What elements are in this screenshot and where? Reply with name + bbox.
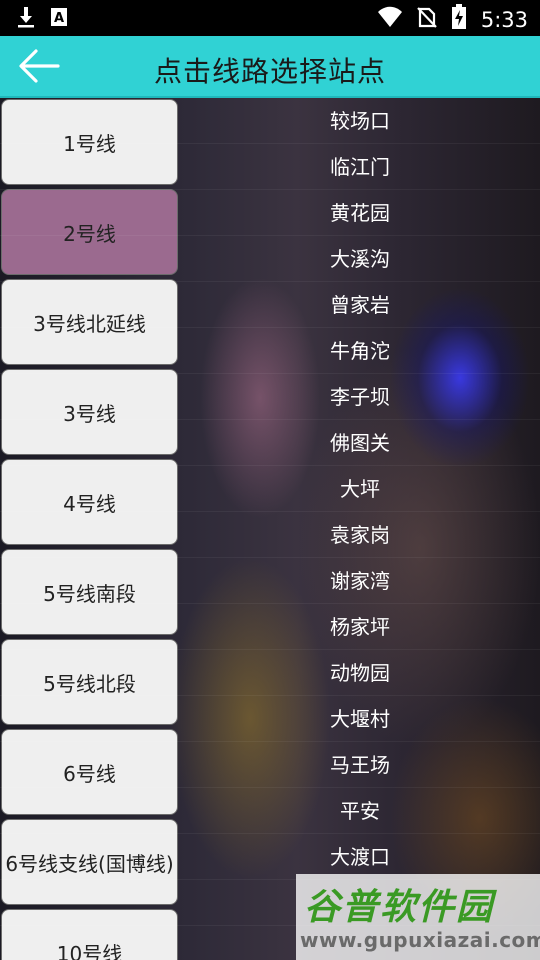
- wifi-icon: [377, 6, 403, 33]
- station-item[interactable]: 马王场: [180, 742, 540, 788]
- station-item[interactable]: 袁家岗: [180, 512, 540, 558]
- line-button[interactable]: 1号线: [1, 99, 178, 185]
- line-button[interactable]: 2号线: [1, 189, 178, 275]
- station-item[interactable]: 大坪: [180, 466, 540, 512]
- watermark-logo: 谷普软件园: [304, 887, 495, 928]
- station-item[interactable]: 大堰村: [180, 696, 540, 742]
- station-item[interactable]: 较场口: [180, 98, 540, 144]
- no-sim-icon: [417, 5, 437, 34]
- line-button[interactable]: 3号线: [1, 369, 178, 455]
- station-item[interactable]: 杨家坪: [180, 604, 540, 650]
- station-item[interactable]: 大溪沟: [180, 236, 540, 282]
- station-item[interactable]: 李子坝: [180, 374, 540, 420]
- battery-charging-icon: [451, 4, 467, 35]
- station-item[interactable]: 佛图关: [180, 420, 540, 466]
- font-a-icon: A: [50, 7, 68, 32]
- station-item[interactable]: 谢家湾: [180, 558, 540, 604]
- svg-text:A: A: [54, 11, 64, 26]
- download-icon: [16, 6, 36, 33]
- app-header: 点击线路选择站点: [0, 36, 540, 98]
- station-item[interactable]: 动物园: [180, 650, 540, 696]
- line-button[interactable]: 5号线南段: [1, 549, 178, 635]
- page-title: 点击线路选择站点: [153, 55, 386, 88]
- station-item[interactable]: 曾家岩: [180, 282, 540, 328]
- station-item[interactable]: 临江门: [180, 144, 540, 190]
- line-button[interactable]: 10号线: [1, 909, 178, 960]
- content-area: 1号线 2号线 3号线北延线 3号线 4号线 5号线南段 5号线北段 6号线 6号线支线(国博线…: [0, 98, 540, 960]
- station-item[interactable]: 牛角沱: [180, 328, 540, 374]
- line-button[interactable]: 4号线: [1, 459, 178, 545]
- status-time: 5:33: [480, 7, 528, 32]
- station-item[interactable]: 平安: [180, 788, 540, 834]
- watermark-url: www.gupuxiazai.com: [300, 928, 540, 952]
- status-bar: A 5:33: [0, 0, 540, 36]
- line-button[interactable]: 3号线北延线: [1, 279, 178, 365]
- line-button[interactable]: 6号线: [1, 729, 178, 815]
- line-button[interactable]: 5号线北段: [1, 639, 178, 725]
- station-item[interactable]: 黄花园: [180, 190, 540, 236]
- line-button[interactable]: 6号线支线(国博线): [1, 819, 178, 905]
- watermark: 谷普软件园 www.gupuxiazai.com: [296, 874, 540, 960]
